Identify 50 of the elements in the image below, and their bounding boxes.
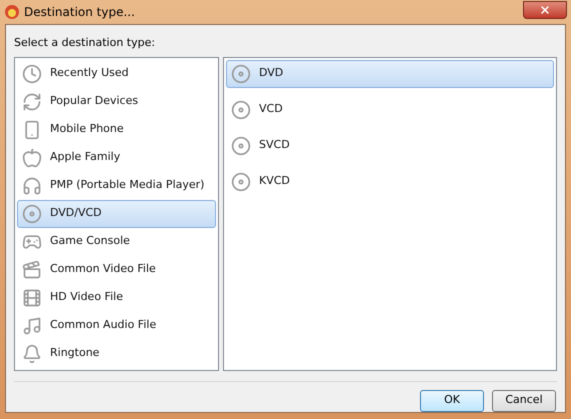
list-item[interactable]: Common Audio File [17,312,216,340]
disc-icon [231,100,251,120]
list-item[interactable]: SVCD [226,132,554,160]
window-title: Destination type... [24,4,135,21]
close-icon [539,4,551,16]
headphones-icon [22,176,42,196]
app-logo-icon [4,4,20,20]
apple-icon [22,148,42,168]
clapperboard-icon [22,260,42,280]
bell-icon [22,344,42,364]
list-item[interactable]: DVD [226,60,554,88]
dialog-button[interactable]: OK [420,390,484,412]
item-label: DVD [259,65,284,82]
list-item[interactable]: KVCD [226,168,554,196]
disc-icon [22,204,42,224]
film-reel-icon [22,288,42,308]
list-item[interactable]: VCD [226,96,554,124]
list-item[interactable]: HD Video File [17,284,216,312]
item-label: PMP (Portable Media Player) [50,177,204,194]
item-label: Apple Family [50,149,120,166]
list-item[interactable]: Ringtone [17,340,216,368]
dialog-button[interactable]: Cancel [492,390,556,412]
disc-icon [231,172,251,192]
music-note-icon [22,316,42,336]
item-label: Recently Used [50,65,129,82]
list-item[interactable]: Game Console [17,228,216,256]
item-label: Mobile Phone [50,121,124,138]
item-label: Common Video File [50,261,156,278]
list-item[interactable]: PMP (Portable Media Player) [17,172,216,200]
item-label: Game Console [50,233,130,250]
refresh-icon [22,92,42,112]
list-item[interactable]: Common Video File [17,256,216,284]
list-item[interactable]: Recently Used [17,60,216,88]
item-label: VCD [259,101,283,118]
clock-icon [22,64,42,84]
list-item[interactable]: Apple Family [17,144,216,172]
item-label: Ringtone [50,345,100,362]
list-item[interactable]: DVD/VCD [17,200,216,228]
disc-icon [231,136,251,156]
item-label: KVCD [259,173,290,190]
item-label: Common Audio File [50,317,156,334]
list-item[interactable]: Mobile Phone [17,116,216,144]
item-label: HD Video File [50,289,123,306]
item-label: Popular Devices [50,93,138,110]
item-label: DVD/VCD [50,205,102,222]
disc-icon [231,64,251,84]
item-label: SVCD [259,137,290,154]
close-button[interactable] [523,1,567,19]
list-item[interactable]: Popular Devices [17,88,216,116]
prompt-label: Select a destination type: [14,35,156,51]
